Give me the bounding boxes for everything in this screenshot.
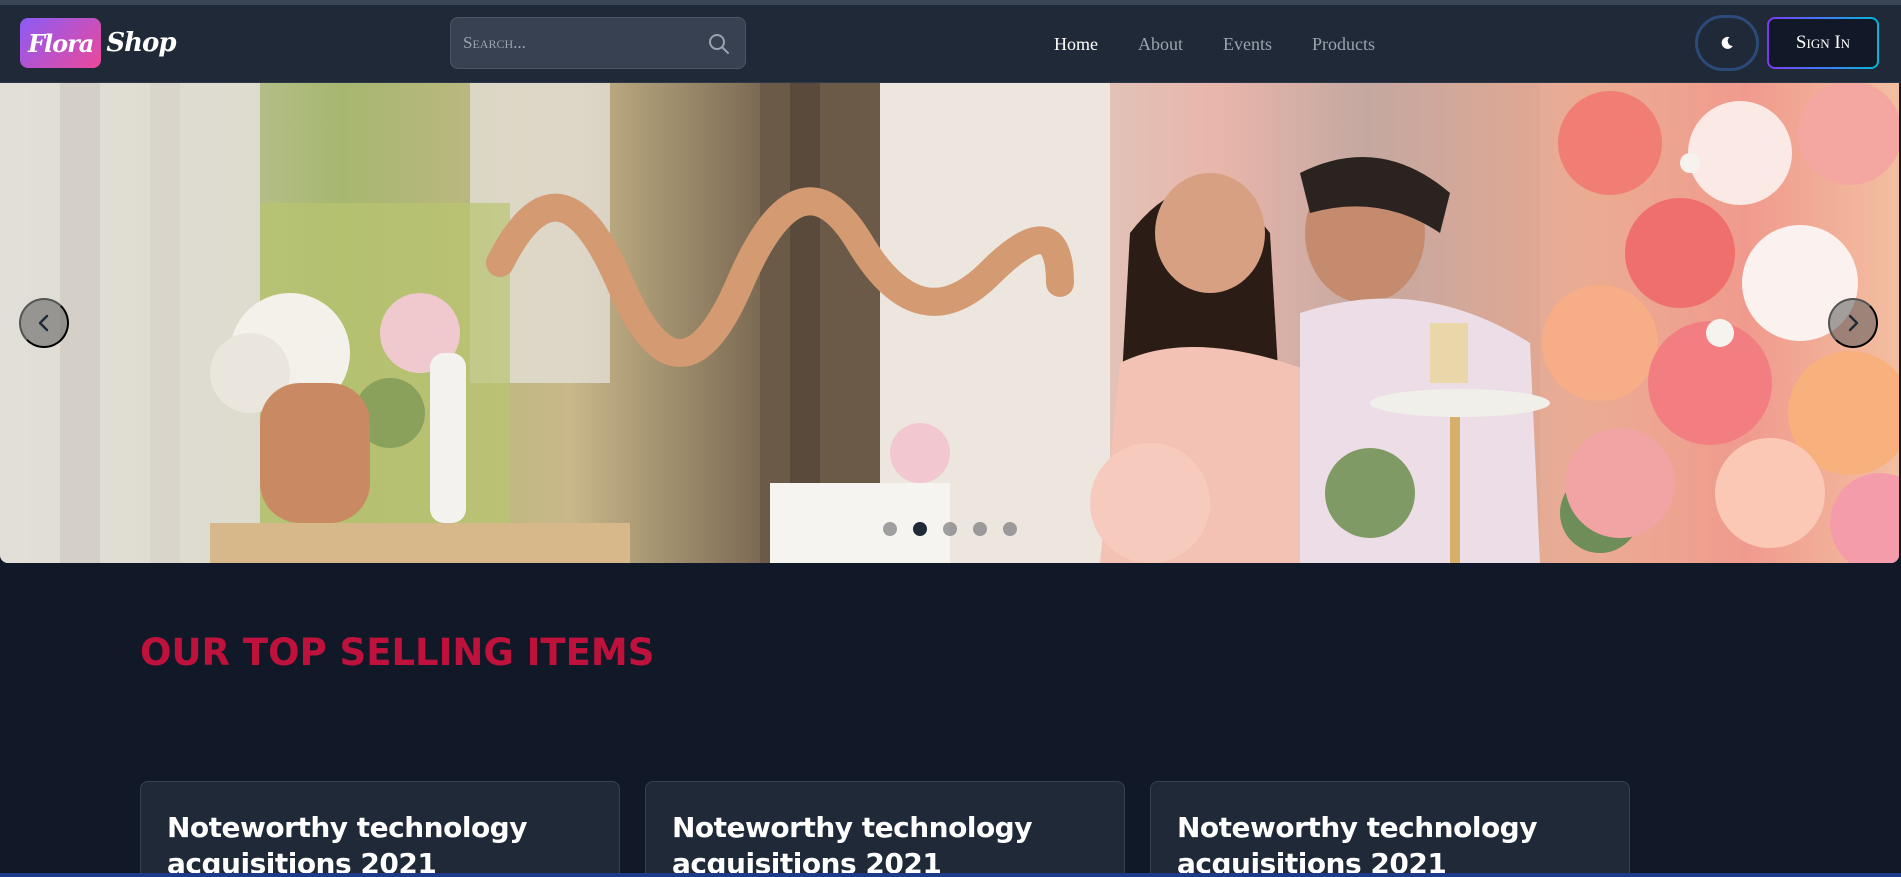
card-title: Noteworthy technology acquisitions 2021 [672, 811, 1032, 877]
search-box [450, 17, 746, 69]
moon-icon [1721, 36, 1733, 49]
product-card[interactable]: Noteworthy technology acquisitions 2021 [1150, 781, 1630, 877]
carousel-next-button[interactable] [1828, 298, 1878, 348]
sign-in-button[interactable]: Sign In [1767, 17, 1879, 69]
chevron-left-icon [38, 314, 49, 332]
card-title: Noteworthy technology acquisitions 2021 [167, 811, 527, 877]
main-nav: Home About Events Products [1054, 5, 1415, 83]
product-cards: Noteworthy technology acquisitions 2021 … [140, 781, 1630, 877]
navbar: Flora Shop Home About Events Products Si… [0, 5, 1901, 83]
nav-about[interactable]: About [1138, 34, 1183, 55]
hero-carousel [0, 83, 1899, 563]
carousel-dot-3[interactable] [943, 522, 957, 536]
carousel-prev-button[interactable] [19, 298, 69, 348]
search-input[interactable] [451, 18, 701, 68]
product-card[interactable]: Noteworthy technology acquisitions 2021 [645, 781, 1125, 877]
carousel-indicators [883, 522, 1033, 536]
search-icon[interactable] [707, 32, 731, 56]
logo-badge: Flora [20, 18, 102, 68]
logo-text: Shop [106, 28, 176, 58]
carousel-dot-5[interactable] [1003, 522, 1017, 536]
nav-events[interactable]: Events [1223, 34, 1272, 55]
card-title: Noteworthy technology acquisitions 2021 [1177, 811, 1537, 877]
brand-logo[interactable]: Flora Shop [20, 18, 177, 68]
carousel-dot-1[interactable] [883, 522, 897, 536]
carousel-slide-image [0, 83, 1899, 563]
nav-home[interactable]: Home [1054, 34, 1098, 55]
bottom-border [0, 873, 1901, 877]
carousel-dot-2[interactable] [913, 522, 927, 536]
sign-in-label: Sign In [1769, 19, 1877, 67]
product-card[interactable]: Noteworthy technology acquisitions 2021 [140, 781, 620, 877]
carousel-dot-4[interactable] [973, 522, 987, 536]
section-title: OUR TOP SELLING ITEMS [140, 631, 655, 674]
chevron-right-icon [1848, 314, 1859, 332]
nav-products[interactable]: Products [1312, 34, 1375, 55]
theme-toggle-button[interactable] [1695, 15, 1759, 71]
